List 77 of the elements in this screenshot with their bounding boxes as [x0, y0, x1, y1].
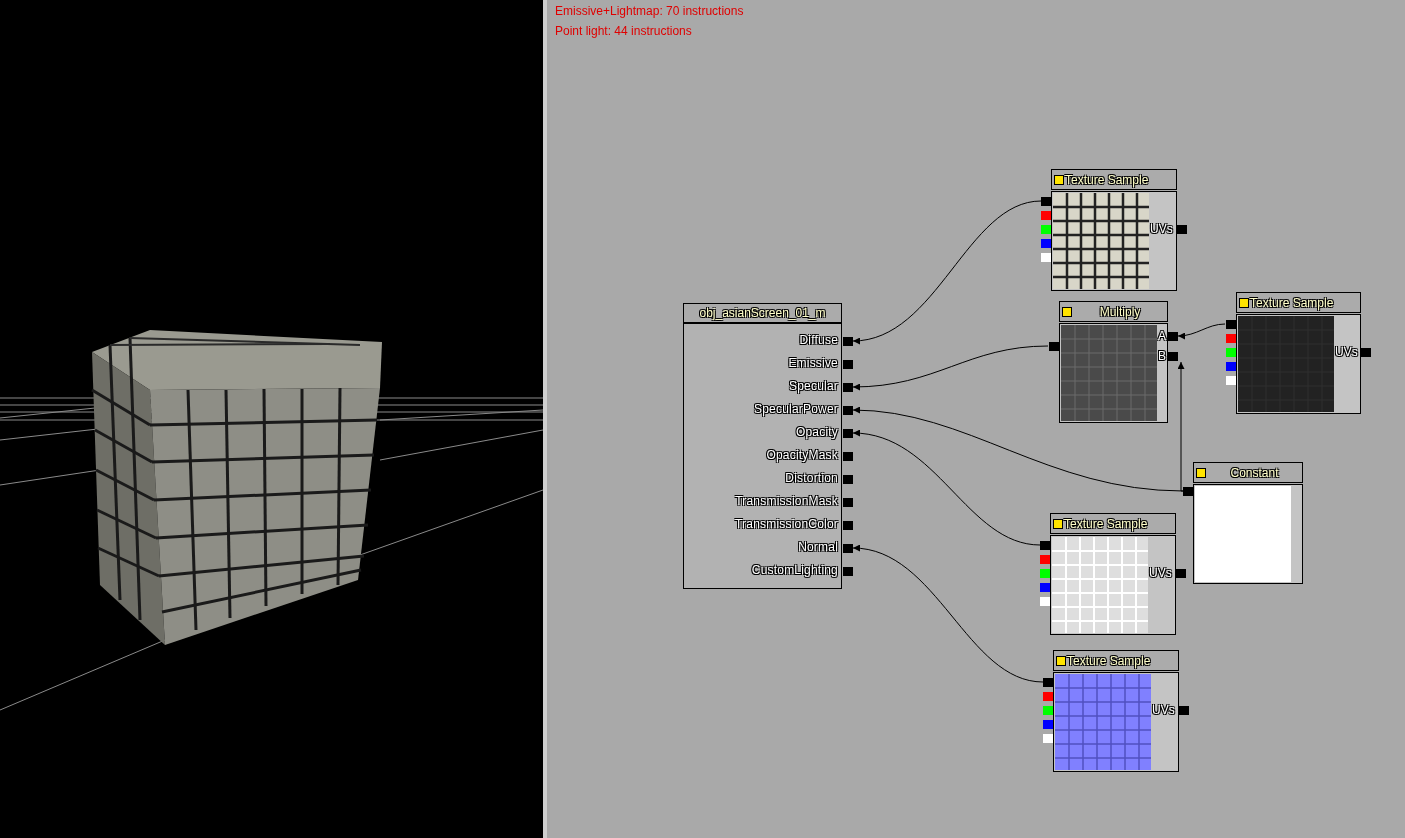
output-pin[interactable]	[1226, 376, 1236, 385]
node-status-icon	[1239, 297, 1249, 308]
node-title: Texture Sample	[1067, 652, 1151, 669]
input-pin[interactable]	[843, 544, 853, 553]
output-pin[interactable]	[1043, 692, 1053, 701]
input-pin[interactable]	[1168, 332, 1178, 341]
output-pin[interactable]	[1041, 239, 1051, 248]
shader-stats-text: Point light: 44 instructions	[555, 23, 693, 40]
output-pin[interactable]	[1041, 253, 1051, 262]
output-pin[interactable]	[1226, 320, 1236, 329]
output-pin[interactable]	[1040, 569, 1050, 578]
input-label: Emissive	[788, 355, 838, 372]
input-label: Normal	[798, 539, 838, 556]
output-pin[interactable]	[1041, 211, 1051, 220]
node-header[interactable]: Texture Sample	[1053, 650, 1179, 671]
node-title: Texture Sample	[1250, 294, 1334, 311]
output-pin[interactable]	[1183, 487, 1193, 496]
node-header[interactable]: Texture Sample	[1236, 292, 1361, 313]
input-pin[interactable]	[843, 521, 853, 530]
input-pin[interactable]	[843, 567, 853, 576]
input-label: Opacity	[795, 424, 838, 441]
input-label: OpacityMask	[766, 447, 838, 464]
output-pin[interactable]	[1226, 362, 1236, 371]
input-label: Distortion	[785, 470, 838, 487]
output-pin[interactable]	[1040, 597, 1050, 606]
output-pin[interactable]	[1043, 720, 1053, 729]
input-label: Specular	[789, 378, 838, 395]
output-pin[interactable]	[1226, 348, 1236, 357]
input-label: SpecularPower	[754, 401, 838, 418]
input-label: TransmissionColor	[735, 516, 838, 533]
input-label: CustomLighting	[751, 562, 838, 579]
node-header[interactable]: Texture Sample	[1050, 513, 1176, 534]
input-pin[interactable]	[843, 429, 853, 438]
node-status-icon	[1053, 518, 1063, 529]
input-pin[interactable]	[1361, 348, 1371, 357]
output-pin[interactable]	[1043, 734, 1053, 743]
3d-viewport[interactable]	[0, 0, 543, 838]
input-pin[interactable]	[1179, 706, 1189, 715]
material-graph-canvas[interactable]	[547, 0, 1405, 838]
input-label: A	[1158, 329, 1166, 343]
input-pin[interactable]	[843, 475, 853, 484]
node-title: Texture Sample	[1064, 515, 1148, 532]
output-pin[interactable]	[1040, 555, 1050, 564]
shader-stats-text: Emissive+Lightmap: 70 instructions	[555, 3, 744, 20]
node-header[interactable]: Constant	[1193, 462, 1303, 483]
node-status-icon	[1054, 174, 1064, 185]
input-pin[interactable]	[1176, 569, 1186, 578]
multiply-node[interactable]: A B	[1059, 323, 1168, 423]
connection-wire	[1177, 323, 1226, 340]
input-pin[interactable]	[1177, 225, 1187, 234]
output-pin[interactable]	[1226, 334, 1236, 343]
output-pin[interactable]	[1043, 706, 1053, 715]
output-pin[interactable]	[1040, 541, 1050, 550]
output-pin[interactable]	[1043, 678, 1053, 687]
input-pin[interactable]	[843, 337, 853, 346]
node-title: Constant	[1229, 464, 1280, 481]
node-header[interactable]: Texture Sample	[1051, 169, 1177, 190]
input-pin[interactable]	[843, 498, 853, 507]
input-pin[interactable]	[843, 406, 853, 415]
output-pin[interactable]	[1040, 583, 1050, 592]
node-title[interactable]: obj_asianScreen_01_m	[683, 303, 842, 323]
output-pin[interactable]	[1049, 342, 1059, 351]
input-label: B	[1158, 349, 1166, 363]
output-pin[interactable]	[1041, 197, 1051, 206]
input-pin[interactable]	[843, 383, 853, 392]
input-pin[interactable]	[843, 452, 853, 461]
node-status-icon	[1196, 467, 1206, 478]
node-status-icon	[1062, 306, 1072, 317]
input-label: TransmissionMask	[735, 493, 838, 510]
input-pin[interactable]	[843, 360, 853, 369]
node-title: Texture Sample	[1065, 171, 1149, 188]
node-header[interactable]: Multiply	[1059, 301, 1168, 322]
constant-node[interactable]	[1193, 484, 1303, 584]
node-status-icon	[1056, 655, 1066, 666]
node-title: Multiply	[1098, 303, 1142, 320]
output-pin[interactable]	[1041, 225, 1051, 234]
input-pin[interactable]	[1168, 352, 1178, 361]
